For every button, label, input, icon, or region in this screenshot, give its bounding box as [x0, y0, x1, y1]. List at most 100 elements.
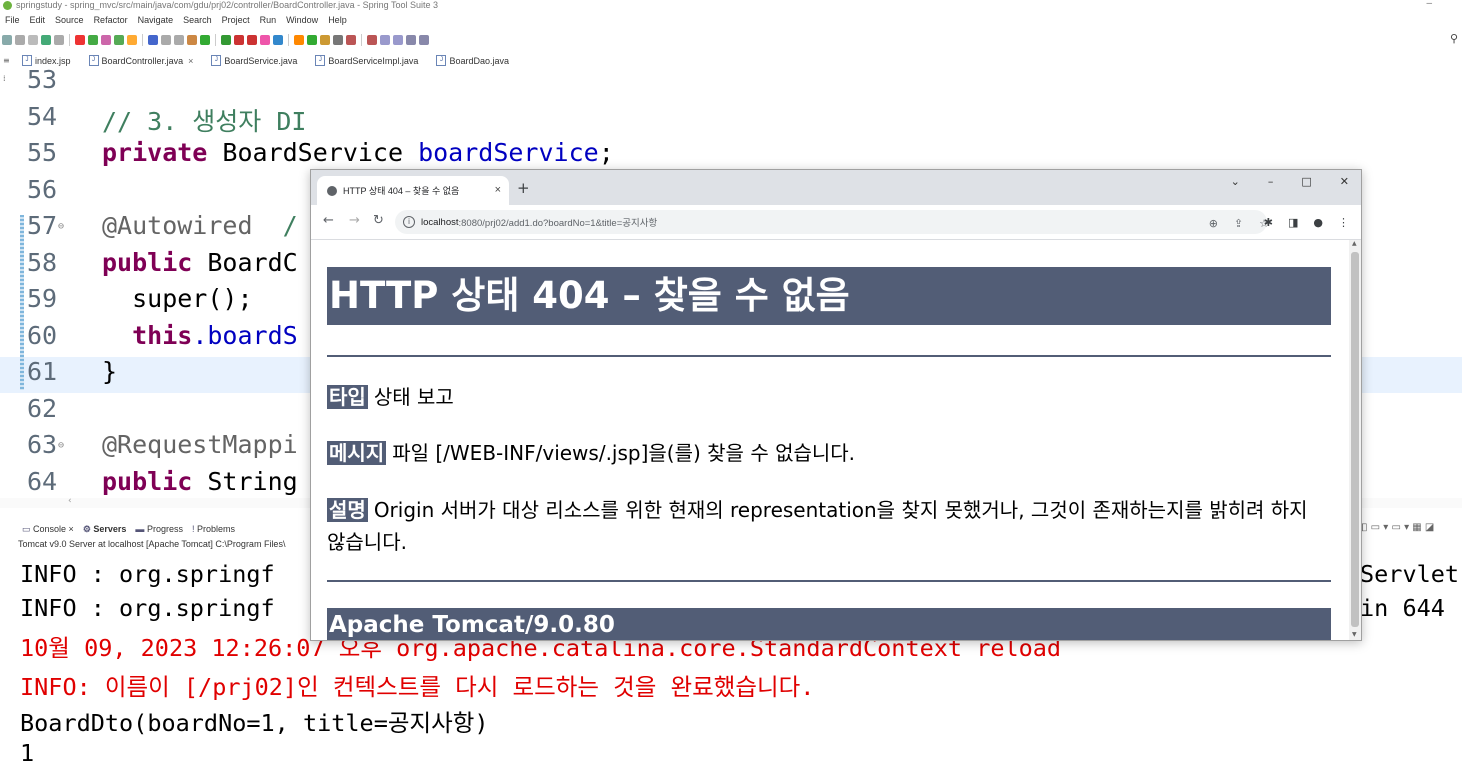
- browser-tab[interactable]: HTTP 상태 404 – 찾을 수 없음 ×: [317, 176, 509, 205]
- toolbar-button-icon[interactable]: [234, 35, 244, 45]
- menu-source[interactable]: Source: [55, 15, 84, 25]
- side-bar-icon[interactable]: ≡: [3, 56, 10, 65]
- toolbar-button-icon[interactable]: [333, 35, 343, 45]
- toolbar-button-icon[interactable]: [88, 35, 98, 45]
- toolbar-button-icon[interactable]: [367, 35, 377, 45]
- toolbar-button-icon[interactable]: [380, 35, 390, 45]
- console-tab[interactable]: ▭ Console ×: [22, 524, 74, 535]
- console-icon: ▭: [22, 523, 34, 534]
- forward-button[interactable]: →: [349, 213, 360, 228]
- toolbar-button-icon[interactable]: [346, 35, 356, 45]
- menu-file[interactable]: File: [5, 15, 20, 25]
- editor-tab-label: BoardService.java: [224, 55, 298, 66]
- toolbar-button-icon[interactable]: [101, 35, 111, 45]
- java-file-icon: J: [436, 55, 447, 66]
- code-token-kw: private: [102, 138, 208, 167]
- code-token-kw: this: [102, 320, 193, 350]
- menu-project[interactable]: Project: [222, 15, 250, 25]
- minimize-button[interactable]: –: [1268, 175, 1274, 188]
- toolbar-button-icon[interactable]: [406, 35, 416, 45]
- console-tab[interactable]: ▬ Progress: [135, 524, 183, 534]
- editor-tab[interactable]: J BoardService.java: [207, 53, 311, 68]
- quick-access-search-icon[interactable]: ⚲: [1450, 32, 1458, 45]
- ide-window-title: springstudy - spring_mvc/src/main/java/c…: [16, 0, 439, 10]
- back-button[interactable]: ←: [323, 213, 334, 228]
- toolbar-button-icon[interactable]: [148, 35, 158, 45]
- console-tab[interactable]: ⚙ Servers: [83, 524, 127, 535]
- code-token-code: }: [102, 357, 118, 386]
- toolbar-button-icon[interactable]: [320, 35, 330, 45]
- toolbar-button-icon[interactable]: [127, 35, 137, 45]
- toolbar-button-icon[interactable]: [260, 35, 270, 45]
- console-view-actions[interactable]: ◧ ▭ ▾ ▭ ▾ ▦ ◪: [1358, 522, 1434, 533]
- toolbar-button-icon[interactable]: [75, 35, 85, 45]
- toolbar-button-icon[interactable]: [393, 35, 403, 45]
- console-tab-label: Progress: [146, 524, 183, 534]
- toolbar-button-icon[interactable]: [200, 35, 210, 45]
- browser-extension-actions: ✱ ◨ ● ⋮: [1264, 216, 1349, 229]
- menu-run[interactable]: Run: [260, 15, 277, 25]
- toolbar-button-icon[interactable]: [419, 35, 429, 45]
- toolbar-button-icon[interactable]: [273, 35, 283, 45]
- toolbar-button-icon[interactable]: [28, 35, 38, 45]
- page-content: HTTP 상태 404 – 찾을 수 없음 타입 상태 보고 메시지 파일 [/WE…: [311, 240, 1349, 640]
- new-tab-button[interactable]: +: [517, 179, 530, 197]
- chevron-down-icon[interactable]: ⌄: [1231, 175, 1240, 188]
- toolbar-button-icon[interactable]: [161, 35, 171, 45]
- fold-toggle-icon[interactable]: ⊖: [58, 221, 64, 232]
- editor-tab[interactable]: J BoardController.java ×: [85, 53, 208, 68]
- menu-window[interactable]: Window: [286, 15, 318, 25]
- code-token-kw: public: [102, 466, 193, 496]
- menu-search[interactable]: Search: [183, 15, 212, 25]
- scroll-up-icon[interactable]: ▲: [1352, 240, 1357, 247]
- kebab-menu-icon[interactable]: ⋮: [1338, 216, 1349, 229]
- menu-help[interactable]: Help: [328, 15, 347, 25]
- close-tab-icon[interactable]: ×: [495, 184, 501, 196]
- java-file-icon: J: [88, 55, 99, 66]
- type-label: 타입: [327, 385, 368, 409]
- extensions-puzzle-icon[interactable]: ✱: [1264, 216, 1273, 229]
- code-text: this.boardS: [102, 321, 298, 350]
- editor-tab[interactable]: J BoardServiceImpl.java: [311, 53, 432, 68]
- profile-avatar-icon[interactable]: ●: [1313, 216, 1323, 229]
- menu-navigate[interactable]: Navigate: [138, 15, 174, 25]
- toolbar-button-icon[interactable]: [247, 35, 257, 45]
- toolbar-button-icon[interactable]: [54, 35, 64, 45]
- close-tab-icon[interactable]: ×: [66, 524, 74, 534]
- address-bar[interactable]: i localhost:8080/prj02/add1.do?boardNo=1…: [395, 210, 1267, 234]
- side-panel-icon[interactable]: ◨: [1288, 216, 1298, 229]
- scroll-left-icon[interactable]: ‹: [68, 496, 72, 506]
- editor-tab[interactable]: J BoardDao.java: [432, 53, 523, 68]
- toolbar-button-icon[interactable]: [2, 35, 12, 45]
- console-line-1-tail: Servlet: [1360, 560, 1460, 588]
- toolbar-button-icon[interactable]: [41, 35, 51, 45]
- close-tab-icon[interactable]: ×: [188, 56, 193, 66]
- scroll-down-icon[interactable]: ▼: [1352, 631, 1357, 638]
- globe-icon: [327, 185, 337, 196]
- minimize-button[interactable]: –: [1426, 0, 1432, 9]
- ide-toolbar: [0, 30, 1462, 50]
- site-info-icon[interactable]: i: [403, 216, 415, 228]
- toolbar-button-icon[interactable]: [174, 35, 184, 45]
- zoom-icon[interactable]: ⊕: [1209, 217, 1218, 230]
- close-window-button[interactable]: ✕: [1340, 175, 1349, 188]
- line-number: 54: [27, 101, 58, 131]
- menu-edit[interactable]: Edit: [30, 15, 46, 25]
- scrollbar-thumb[interactable]: [1351, 252, 1359, 627]
- console-server-status: Tomcat v9.0 Server at localhost [Apache …: [18, 539, 286, 549]
- page-vertical-scrollbar[interactable]: ▲ ▼: [1349, 240, 1361, 640]
- fold-toggle-icon[interactable]: ⊖: [58, 440, 64, 451]
- menu-refactor[interactable]: Refactor: [94, 15, 128, 25]
- reload-button[interactable]: ↻: [373, 213, 384, 228]
- toolbar-button-icon[interactable]: [187, 35, 197, 45]
- code-token-annotation: @Autowired: [102, 211, 253, 240]
- toolbar-button-icon[interactable]: [15, 35, 25, 45]
- share-icon[interactable]: ⇪: [1234, 217, 1243, 230]
- maximize-button[interactable]: □: [1301, 175, 1311, 188]
- toolbar-button-icon[interactable]: [294, 35, 304, 45]
- editor-tab[interactable]: Jindex.jsp: [18, 53, 85, 68]
- toolbar-button-icon[interactable]: [221, 35, 231, 45]
- toolbar-button-icon[interactable]: [307, 35, 317, 45]
- console-tab[interactable]: ! Problems: [192, 524, 235, 534]
- toolbar-button-icon[interactable]: [114, 35, 124, 45]
